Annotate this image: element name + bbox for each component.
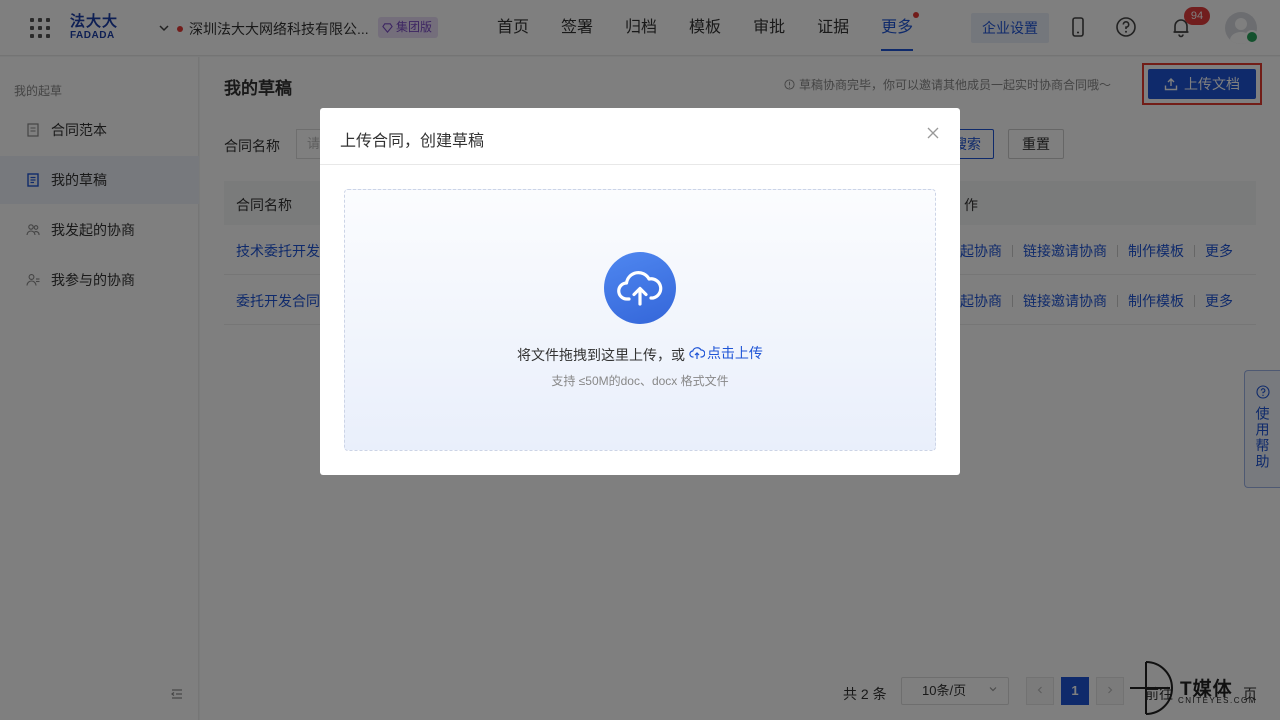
modal-header: 上传合同，创建草稿 [320,108,960,165]
click-upload-label: 点击上传 [706,345,763,361]
file-format-hint: 支持 ≤50M的doc、docx 格式文件 [551,374,729,388]
drop-text-label: 将文件拖拽到这里上传，或 [517,347,686,363]
file-dropzone[interactable]: 将文件拖拽到这里上传，或 点击上传 支持 ≤50M的doc、docx 格式文件 [344,189,936,451]
cloud-upload-small-icon [689,347,705,359]
cloud-upload-icon [604,252,676,324]
close-icon[interactable] [924,124,942,142]
click-upload-link[interactable]: 点击上传 [689,343,763,363]
watermark-sub: CNITEYES.COM [1178,696,1257,705]
upload-modal: 上传合同，创建草稿 将文件拖拽到这里上传，或 点击上传 支持 ≤50M的doc、… [320,108,960,475]
modal-title: 上传合同，创建草稿 [340,133,485,150]
drop-instructions: 将文件拖拽到这里上传，或 点击上传 [345,343,935,365]
